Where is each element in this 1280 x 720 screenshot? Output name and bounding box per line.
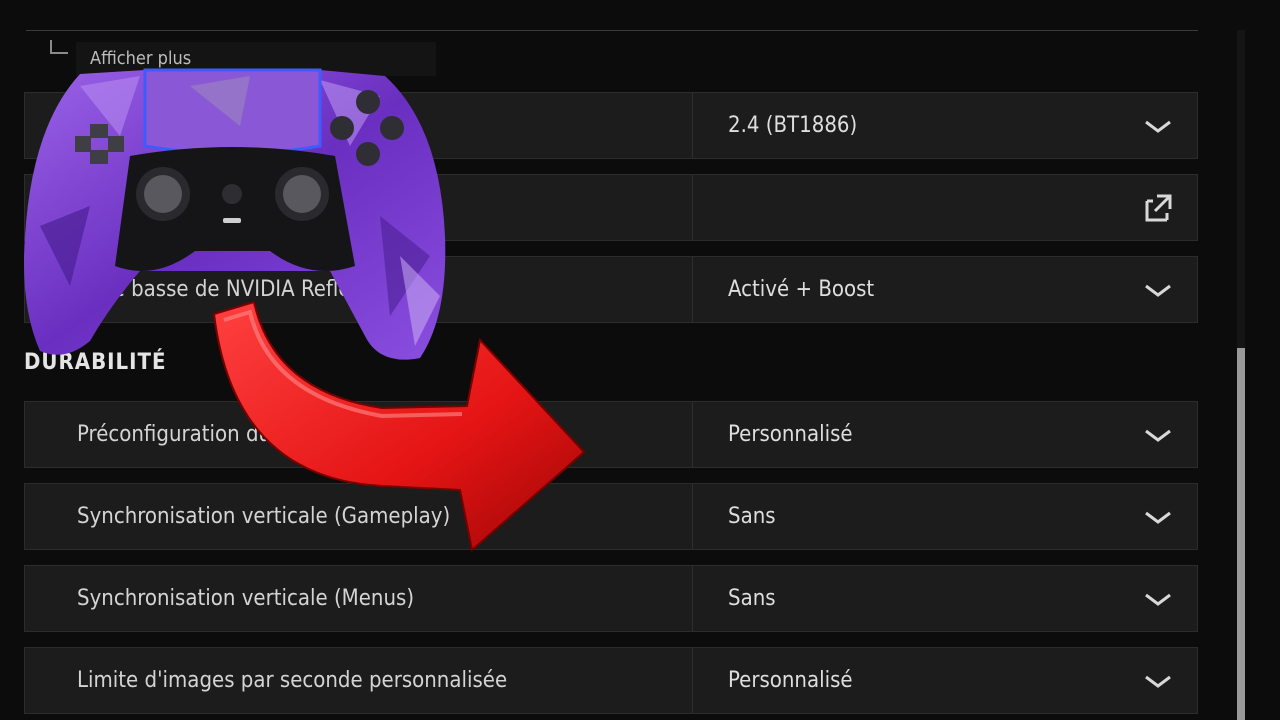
chevron-down-icon[interactable] [1141,114,1175,138]
setting-row-fps-limit[interactable]: Limite d'images par seconde personnalisé… [24,647,1198,714]
setting-value: Personnalisé [728,422,853,447]
setting-row-preset[interactable]: Préconfiguration du r Personnalisé [24,401,1198,468]
row-divider [692,257,693,322]
setting-value: Activé + Boost [728,277,875,302]
setting-value: Sans [728,586,776,611]
setting-value: Personnalisé [728,668,853,693]
arrow-pointer-graphic [212,300,586,552]
setting-label: Limite d'images par seconde personnalisé… [77,668,508,693]
chevron-down-icon[interactable] [1141,587,1175,611]
external-link-icon[interactable] [1141,193,1175,223]
top-divider [26,30,1198,31]
chevron-down-icon[interactable] [1141,669,1175,693]
setting-value: 2.4 (BT1886) [728,113,858,138]
row-divider [692,648,693,713]
row-divider [692,93,693,158]
setting-row-vsync-menus[interactable]: Synchronisation verticale (Menus) Sans [24,565,1198,632]
chevron-down-icon[interactable] [1141,505,1175,529]
row-divider [692,402,693,467]
setting-value: Sans [728,504,776,529]
chevron-down-icon[interactable] [1141,278,1175,302]
row-divider [692,566,693,631]
chevron-down-icon[interactable] [1141,423,1175,447]
setting-label: Synchronisation verticale (Menus) [77,586,415,611]
tree-corner-icon [50,40,68,54]
row-divider [692,484,693,549]
setting-row-vsync-gameplay[interactable]: Synchronisation verticale (Gameplay) San… [24,483,1198,550]
row-divider [692,175,693,240]
scrollbar-thumb[interactable] [1237,348,1245,720]
